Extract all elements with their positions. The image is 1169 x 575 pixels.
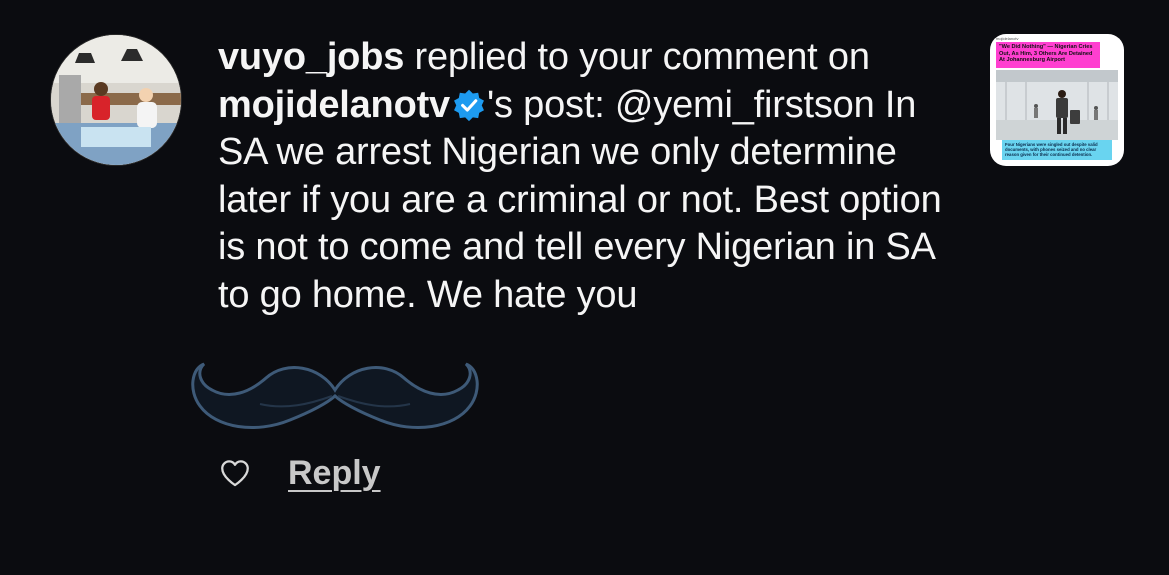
airport-photo <box>996 70 1118 140</box>
reply-notification[interactable]: vuyo_jobs replied to your comment on moj… <box>0 0 1169 575</box>
verified-badge-icon <box>454 89 484 121</box>
notification-actions: Reply <box>218 452 381 494</box>
user-avatar[interactable] <box>50 34 182 166</box>
notification-text: vuyo_jobs replied to your comment on moj… <box>218 34 958 319</box>
avatar-photo <box>51 35 181 165</box>
thumbnail-brand: mojidelanotv <box>996 36 1019 41</box>
thumbnail-headline: "We Did Nothing" — Nigerian Cries Out, A… <box>996 42 1100 68</box>
post-suffix: 's post: <box>486 83 605 126</box>
post-thumbnail[interactable]: mojidelanotv "We Did Nothing" — Nigerian… <box>990 34 1124 166</box>
action-text: replied to your comment on <box>404 36 870 78</box>
thumbnail-caption: Four Nigerians were singled out despite … <box>1002 140 1112 160</box>
username-link[interactable]: vuyo_jobs <box>218 36 404 78</box>
reply-button[interactable]: Reply <box>288 454 381 493</box>
heart-outline-icon[interactable] <box>218 456 252 490</box>
post-owner-link[interactable]: mojidelanotv <box>218 84 450 126</box>
mustache-sticker <box>191 362 479 430</box>
